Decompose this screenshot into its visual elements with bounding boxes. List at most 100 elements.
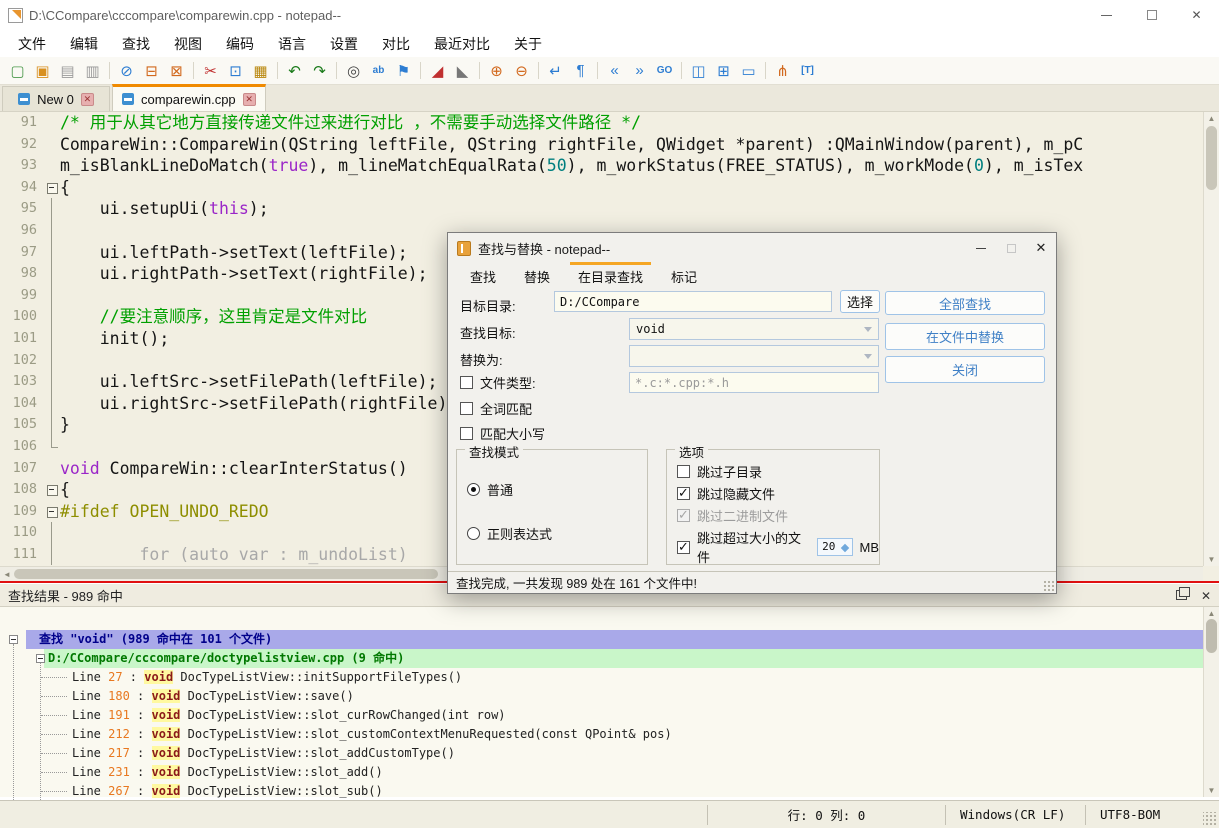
undo-icon[interactable]: ↶ — [283, 59, 306, 82]
open-file-icon[interactable]: ▣ — [31, 59, 54, 82]
tab-comparewin-cpp[interactable]: comparewin.cpp — [112, 84, 266, 111]
tree-view-icon[interactable]: ⋔ — [771, 59, 794, 82]
checkbox-icon[interactable] — [677, 509, 690, 522]
checkbox-icon[interactable] — [677, 487, 690, 500]
menu-item-file[interactable]: 文件 — [6, 31, 58, 57]
screen-icon[interactable]: ▭ — [737, 59, 760, 82]
doc-slash-icon[interactable]: ⊘ — [115, 59, 138, 82]
choose-dir-button[interactable]: 选择 — [840, 290, 880, 313]
dialog-close-action-button[interactable]: 关闭 — [885, 356, 1045, 383]
result-line-row[interactable]: Line 267 : void DocTypeListView::slot_su… — [0, 782, 1219, 801]
chevron-down-icon[interactable] — [864, 327, 872, 332]
scroll-down-icon[interactable]: ▼ — [1204, 786, 1219, 795]
result-file-row[interactable]: D:/CCompare/cccompare/doctypelistview.cp… — [44, 649, 1219, 668]
close-button[interactable] — [1174, 0, 1219, 30]
new-file-icon[interactable]: ▢ — [6, 59, 29, 82]
dialog-tab-find[interactable]: 查找 — [456, 263, 510, 289]
radio-icon[interactable] — [467, 483, 480, 496]
text-mode-icon[interactable]: [T] — [796, 59, 819, 82]
search-mode-option[interactable]: 普通 — [467, 480, 513, 499]
encoding[interactable]: UTF8-BOM — [1085, 805, 1203, 825]
result-line-row[interactable]: Line 231 : void DocTypeListView::slot_ad… — [0, 763, 1219, 782]
fold-marker-icon[interactable] — [44, 177, 60, 199]
paste-icon[interactable]: ▦ — [249, 59, 272, 82]
save-icon[interactable]: ▤ — [56, 59, 79, 82]
menu-item-about[interactable]: 关于 — [502, 31, 554, 57]
editor-vertical-scrollbar[interactable]: ▲ ▼ — [1203, 112, 1219, 566]
search-option[interactable]: 跳过子目录 — [677, 462, 762, 481]
fold-marker-icon[interactable] — [44, 501, 60, 523]
whole-word-checkbox[interactable] — [460, 402, 473, 415]
find-all-button[interactable]: 全部查找 — [885, 291, 1045, 315]
save-all-icon[interactable]: ▥ — [81, 59, 104, 82]
result-line-row[interactable]: Line 27 : void DocTypeListView::initSupp… — [0, 668, 1219, 687]
result-line-row[interactable]: Line 191 : void DocTypeListView::slot_cu… — [0, 706, 1219, 725]
file-compare-icon[interactable]: ◫ — [687, 59, 710, 82]
radio-icon[interactable] — [467, 527, 480, 540]
search-summary-row[interactable]: 查找 "void" (989 命中在 101 个文件) — [26, 630, 1219, 649]
spin-diamond-icon[interactable] — [840, 544, 848, 552]
max-size-spinbox[interactable]: 20 — [817, 538, 852, 556]
fold-marker-icon[interactable] — [44, 479, 60, 501]
chevron-down-icon[interactable] — [864, 354, 872, 359]
search-option[interactable]: 跳过超过大小的文件20MB — [677, 528, 879, 566]
result-line-row[interactable]: Line 217 : void DocTypeListView::slot_ad… — [0, 744, 1219, 763]
replace-in-files-button[interactable]: 在文件中替换 — [885, 323, 1045, 350]
tab-new-0[interactable]: New 0 — [2, 86, 110, 111]
dialog-tab-mark[interactable]: 标记 — [657, 263, 711, 289]
expand-collapse-icon[interactable] — [36, 654, 45, 663]
scroll-down-icon[interactable]: ▼ — [1204, 555, 1219, 564]
show-symbols-icon[interactable]: ¶ — [569, 59, 592, 82]
menu-item-edit[interactable]: 编辑 — [58, 31, 110, 57]
menu-item-search[interactable]: 查找 — [110, 31, 162, 57]
clear-marks-icon[interactable]: ◣ — [451, 59, 474, 82]
scrollbar-thumb[interactable] — [14, 569, 438, 579]
bookmark-icon[interactable]: ⚑ — [392, 59, 415, 82]
eraser-icon[interactable]: ◢ — [426, 59, 449, 82]
dialog-close-button[interactable] — [1026, 233, 1056, 263]
result-line-row[interactable]: Line 180 : void DocTypeListView::save() — [0, 687, 1219, 706]
search-option[interactable]: 跳过隐藏文件 — [677, 484, 775, 503]
dialog-tab-find-in-dir[interactable]: 在目录查找 — [564, 263, 657, 289]
dir-compare-icon[interactable]: ⊞ — [712, 59, 735, 82]
close-panel-icon[interactable] — [1201, 588, 1211, 603]
resize-grip[interactable] — [1203, 812, 1217, 826]
scroll-up-icon[interactable]: ▲ — [1204, 114, 1219, 123]
minimize-button[interactable] — [1084, 0, 1129, 30]
scroll-left-icon[interactable]: ◄ — [1, 570, 13, 579]
find-icon[interactable]: ◎ — [342, 59, 365, 82]
cut-icon[interactable]: ✂ — [199, 59, 222, 82]
menu-item-view[interactable]: 视图 — [162, 31, 214, 57]
prev-result-icon[interactable]: « — [603, 59, 626, 82]
expand-collapse-icon[interactable] — [9, 635, 18, 644]
close-tab-icon[interactable] — [81, 93, 94, 106]
goto-line-icon[interactable]: GO — [653, 59, 676, 82]
checkbox-icon[interactable] — [677, 541, 690, 554]
replace-with-combobox[interactable] — [629, 345, 879, 367]
menu-item-settings[interactable]: 设置 — [318, 31, 370, 57]
scrollbar-thumb[interactable] — [1206, 619, 1217, 653]
menu-item-recent-compare[interactable]: 最近对比 — [422, 31, 502, 57]
dialog-minimize-button[interactable] — [966, 233, 996, 263]
filetype-input[interactable] — [629, 372, 879, 393]
dialog-resize-grip[interactable] — [1043, 580, 1055, 592]
checkbox-icon[interactable] — [677, 465, 690, 478]
match-case-checkbox[interactable] — [460, 427, 473, 440]
close-doc-icon[interactable]: ⊟ — [140, 59, 163, 82]
float-panel-icon[interactable] — [1176, 590, 1187, 600]
results-vertical-scrollbar[interactable]: ▲ ▼ — [1203, 607, 1219, 797]
menu-item-compare[interactable]: 对比 — [370, 31, 422, 57]
maximize-button[interactable] — [1129, 0, 1174, 30]
dialog-tab-replace[interactable]: 替换 — [510, 263, 564, 289]
copy-icon[interactable]: ⊡ — [224, 59, 247, 82]
menu-item-language[interactable]: 语言 — [266, 31, 318, 57]
filetype-checkbox[interactable] — [460, 376, 473, 389]
result-line-row[interactable]: Line 212 : void DocTypeListView::slot_cu… — [0, 725, 1219, 744]
zoom-in-icon[interactable]: ⊕ — [485, 59, 508, 82]
find-target-combobox[interactable]: void — [629, 318, 879, 340]
word-wrap-icon[interactable]: ↵ — [544, 59, 567, 82]
close-all-icon[interactable]: ⊠ — [165, 59, 188, 82]
redo-icon[interactable]: ↷ — [308, 59, 331, 82]
scroll-up-icon[interactable]: ▲ — [1204, 609, 1219, 618]
zoom-out-icon[interactable]: ⊖ — [510, 59, 533, 82]
